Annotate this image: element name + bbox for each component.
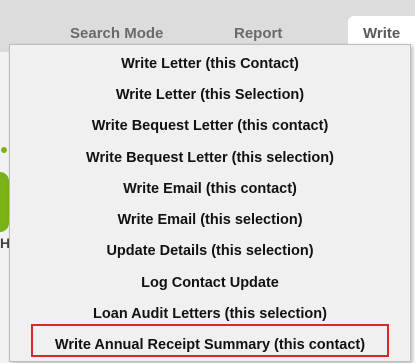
menu-item-write-letter-contact[interactable]: Write Letter (this Contact) — [10, 49, 410, 80]
menu-item-write-bequest-letter-selection[interactable]: Write Bequest Letter (this selection) — [10, 143, 410, 174]
status-dot-icon — [1, 147, 7, 153]
menu-item-write-letter-selection[interactable]: Write Letter (this Selection) — [10, 80, 410, 111]
write-dropdown-menu: Write Letter (this Contact) Write Letter… — [9, 44, 411, 362]
menu-item-write-bequest-letter-contact[interactable]: Write Bequest Letter (this contact) — [10, 111, 410, 142]
menu-item-log-contact-update[interactable]: Log Contact Update — [10, 268, 410, 299]
tab-report[interactable]: Report — [234, 25, 282, 42]
menu-item-update-details-selection[interactable]: Update Details (this selection) — [10, 236, 410, 267]
menu-item-loan-audit-letters[interactable]: Loan Audit Letters (this selection) — [10, 299, 410, 330]
green-logo-icon — [0, 172, 9, 232]
tab-search-mode[interactable]: Search Mode — [70, 25, 163, 42]
menu-item-write-email-contact[interactable]: Write Email (this contact) — [10, 174, 410, 205]
menu-item-write-email-selection[interactable]: Write Email (this selection) — [10, 205, 410, 236]
menu-item-write-annual-receipt-summary[interactable]: Write Annual Receipt Summary (this conta… — [10, 330, 410, 361]
clipped-label: H — [0, 235, 9, 251]
